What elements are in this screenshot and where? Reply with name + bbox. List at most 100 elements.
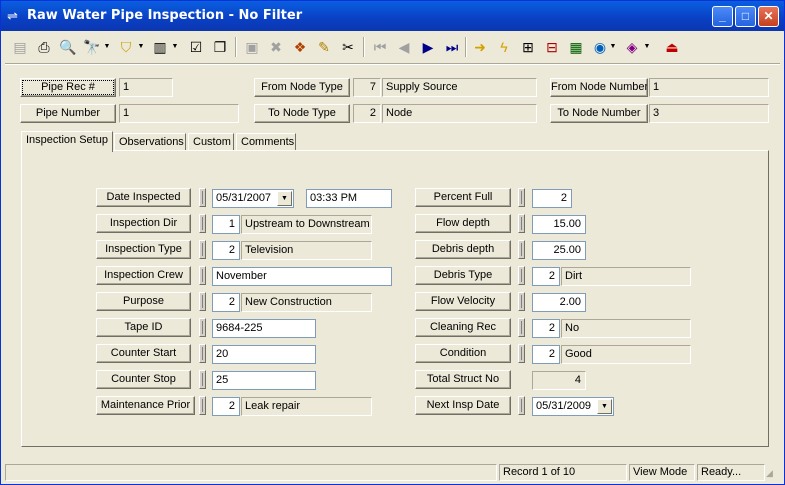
counter-stop-field[interactable]: 25: [212, 371, 316, 390]
delete-icon[interactable]: ✖: [265, 36, 287, 58]
purpose-handle[interactable]: [199, 292, 206, 311]
image-icon[interactable]: ▦: [565, 36, 587, 58]
debris-depth-button[interactable]: Debris depth: [415, 240, 511, 259]
tape-id-button[interactable]: Tape ID: [96, 318, 191, 337]
maximize-button[interactable]: □: [735, 6, 756, 27]
debris-type-code[interactable]: 2: [532, 267, 560, 286]
next-insp-date-handle[interactable]: [518, 396, 525, 415]
percent-full-button[interactable]: Percent Full: [415, 188, 511, 207]
time-inspected-field[interactable]: 03:33 PM: [306, 189, 392, 208]
report-icon[interactable]: ▥: [149, 36, 171, 58]
lightning-icon[interactable]: ϟ: [493, 36, 515, 58]
flow-velocity-handle[interactable]: [518, 292, 525, 311]
debris-type-handle[interactable]: [518, 266, 525, 285]
purpose-button[interactable]: Purpose: [96, 292, 191, 311]
arrow-jump-icon[interactable]: ➜: [469, 36, 491, 58]
save-icon[interactable]: ▣: [241, 36, 263, 58]
pipe-number-field[interactable]: 1: [119, 104, 239, 123]
inspection-crew-field[interactable]: November: [212, 267, 392, 286]
tape-id-field[interactable]: 9684-225: [212, 319, 316, 338]
from-node-type-button[interactable]: From Node Type: [254, 78, 350, 97]
inspection-dir-button[interactable]: Inspection Dir: [96, 214, 191, 233]
cleaning-rec-button[interactable]: Cleaning Rec: [415, 318, 511, 337]
date-inspected-handle[interactable]: [199, 188, 206, 207]
tab-comments[interactable]: Comments: [236, 133, 296, 151]
tree-icon[interactable]: ⊟: [541, 36, 563, 58]
from-node-type-field[interactable]: Supply Source: [382, 78, 537, 97]
maintenance-prior-handle[interactable]: [199, 396, 206, 415]
cleaning-rec-handle[interactable]: [518, 318, 525, 337]
flow-depth-button[interactable]: Flow depth: [415, 214, 511, 233]
first-record-icon[interactable]: ⏮: [369, 36, 391, 58]
find-dropdown-icon[interactable]: ▼: [103, 36, 111, 58]
inspection-dir-code[interactable]: 1: [212, 215, 240, 234]
purpose-code[interactable]: 2: [212, 293, 240, 312]
title-bar[interactable]: ⇌ Raw Water Pipe Inspection - No Filter …: [1, 1, 784, 31]
exit-icon[interactable]: ⏏: [661, 36, 683, 58]
edit-icon[interactable]: ✎: [313, 36, 335, 58]
maintenance-prior-code[interactable]: 2: [212, 397, 240, 416]
copy-icon[interactable]: ❐: [209, 36, 231, 58]
to-node-type-code[interactable]: 2: [353, 104, 381, 123]
stack-icon[interactable]: ❖: [289, 36, 311, 58]
inspection-type-button[interactable]: Inspection Type: [96, 240, 191, 259]
tape-id-handle[interactable]: [199, 318, 206, 337]
counter-start-field[interactable]: 20: [212, 345, 316, 364]
inspection-dir-handle[interactable]: [199, 214, 206, 233]
next-insp-date-combo[interactable]: 05/31/2009 ▼: [532, 397, 614, 416]
debris-depth-handle[interactable]: [518, 240, 525, 259]
counter-start-handle[interactable]: [199, 344, 206, 363]
condition-button[interactable]: Condition: [415, 344, 511, 363]
filter-icon[interactable]: ⛉: [115, 36, 137, 58]
report-dropdown-icon[interactable]: ▼: [171, 36, 179, 58]
prev-record-icon[interactable]: ◀: [393, 36, 415, 58]
properties-icon[interactable]: ☑: [185, 36, 207, 58]
book-icon[interactable]: ◈: [621, 36, 643, 58]
flow-depth-field[interactable]: 15.00: [532, 215, 586, 234]
to-node-type-field[interactable]: Node: [382, 104, 537, 123]
to-node-type-button[interactable]: To Node Type: [254, 104, 350, 123]
tab-inspection-setup[interactable]: Inspection Setup: [21, 131, 113, 152]
counter-stop-handle[interactable]: [199, 370, 206, 389]
inspection-crew-button[interactable]: Inspection Crew: [96, 266, 191, 285]
counter-stop-button[interactable]: Counter Stop: [96, 370, 191, 389]
tab-custom[interactable]: Custom: [188, 133, 234, 151]
date-inspected-combo[interactable]: 05/31/2007 ▼: [212, 189, 294, 208]
new-icon[interactable]: ▤: [9, 36, 31, 58]
from-node-number-button[interactable]: From Node Number: [550, 78, 648, 97]
map-icon[interactable]: ⊞: [517, 36, 539, 58]
percent-full-field[interactable]: 2: [532, 189, 572, 208]
pipe-rec-field[interactable]: 1: [119, 78, 173, 97]
globe-icon[interactable]: ◉: [589, 36, 611, 58]
to-node-number-button[interactable]: To Node Number: [550, 104, 648, 123]
total-struct-no-button[interactable]: Total Struct No: [415, 370, 511, 389]
last-record-icon[interactable]: ⏭: [441, 36, 463, 58]
debris-depth-field[interactable]: 25.00: [532, 241, 586, 260]
flow-velocity-field[interactable]: 2.00: [532, 293, 586, 312]
chevron-down-icon[interactable]: ▼: [597, 399, 612, 414]
from-node-number-field[interactable]: 1: [649, 78, 769, 97]
minimize-button[interactable]: _: [712, 6, 733, 27]
print-icon[interactable]: ⎙: [33, 36, 55, 58]
flow-depth-handle[interactable]: [518, 214, 525, 233]
inspection-type-handle[interactable]: [199, 240, 206, 259]
find-icon[interactable]: 🔭: [81, 36, 103, 58]
globe-dropdown-icon[interactable]: ▼: [609, 36, 617, 58]
cut-icon[interactable]: ✂: [337, 36, 359, 58]
to-node-number-field[interactable]: 3: [649, 104, 769, 123]
inspection-type-code[interactable]: 2: [212, 241, 240, 260]
next-record-icon[interactable]: ▶: [417, 36, 439, 58]
date-inspected-button[interactable]: Date Inspected: [96, 188, 191, 207]
pipe-number-button[interactable]: Pipe Number: [20, 104, 116, 123]
percent-full-handle[interactable]: [518, 188, 525, 207]
debris-type-button[interactable]: Debris Type: [415, 266, 511, 285]
pipe-rec-button[interactable]: Pipe Rec #: [20, 78, 116, 97]
from-node-type-code[interactable]: 7: [353, 78, 381, 97]
close-button[interactable]: ✕: [758, 6, 779, 27]
maintenance-prior-button[interactable]: Maintenance Prior: [96, 396, 195, 415]
book-dropdown-icon[interactable]: ▼: [643, 36, 651, 58]
inspection-crew-handle[interactable]: [199, 266, 206, 285]
condition-code[interactable]: 2: [532, 345, 560, 364]
preview-icon[interactable]: 🔍: [57, 36, 79, 58]
flow-velocity-button[interactable]: Flow Velocity: [415, 292, 511, 311]
